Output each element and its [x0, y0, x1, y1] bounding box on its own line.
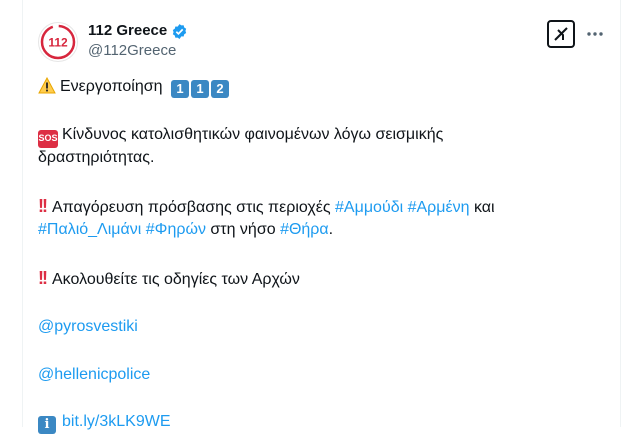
info-icon: i [38, 415, 56, 434]
tweet-para-follow: !! Ακολουθείτε τις οδηγίες των Αρχών [38, 267, 598, 291]
tweet-line-activation: Ενεργοποίηση 112 [38, 75, 598, 98]
card-border-left [22, 0, 23, 427]
keycap-1-icon: 1 [170, 79, 189, 98]
avatar-text: 112 [48, 36, 68, 50]
tweet-para-ban-line1: !! Απαγόρευση πρόσβασης στις περιοχές #Αμ… [38, 195, 598, 219]
sos-icon: SOS [38, 129, 58, 148]
tweet-link-line: i bit.ly/3kLK9WE [38, 410, 598, 434]
card-border-right [620, 0, 621, 427]
warning-icon [38, 77, 56, 94]
avatar[interactable]: 112 [38, 22, 78, 62]
handle[interactable]: @112Greece [88, 42, 176, 60]
landslide-text: Κίνδυνος κατολισθητικών φαινομένων λόγω … [62, 126, 444, 143]
tweet-para-warning-line2: δραστηριότητας. [38, 149, 155, 166]
avatar-logo-icon: 112 [40, 24, 76, 60]
hashtag-palio-limani[interactable]: #Παλιό_Λιμάνι [38, 221, 141, 238]
mention-hellenicpolice[interactable]: @hellenicpolice [38, 363, 598, 386]
ban-text: Απαγόρευση πρόσβασης στις περιοχές [52, 199, 331, 216]
hashtag-armeni[interactable]: #Αρμένη [408, 199, 470, 216]
word-sti-niso: στη νήσο [210, 221, 276, 238]
verified-badge-icon [171, 23, 188, 40]
tweet-para-warning-line1: SOS Κίνδυνος κατολισθητικών φαινομένων λό… [38, 123, 598, 148]
double-exclamation-icon: !! [38, 196, 48, 216]
mention-pyrosvestiki[interactable]: @pyrosvestiki [38, 315, 598, 338]
grok-icon [554, 27, 568, 41]
hashtag-thira[interactable]: #Θήρα [280, 221, 329, 238]
double-exclamation-icon: !! [38, 268, 48, 288]
activation-text: Ενεργοποίηση [60, 78, 163, 95]
more-icon [587, 32, 603, 36]
hashtag-firon[interactable]: #Φηρών [146, 221, 206, 238]
keycap-1-icon: 1 [190, 79, 209, 98]
keycap-2-icon: 2 [210, 79, 229, 98]
more-button[interactable] [586, 24, 604, 44]
follow-text: Ακολουθείτε τις οδηγίες των Αρχών [52, 271, 300, 288]
display-name[interactable]: 112 Greece [88, 22, 188, 40]
hashtag-ammoudi[interactable]: #Αμμούδι [335, 199, 403, 216]
grok-button[interactable] [547, 20, 575, 48]
tweet-para-ban-line2: #Παλιό_Λιμάνι #Φηρών στη νήσο #Θήρα. [38, 218, 598, 241]
short-link[interactable]: bit.ly/3kLK9WE [62, 413, 170, 430]
period: . [328, 221, 334, 238]
display-name-text[interactable]: 112 Greece [88, 22, 167, 40]
word-kai: και [473, 199, 495, 216]
